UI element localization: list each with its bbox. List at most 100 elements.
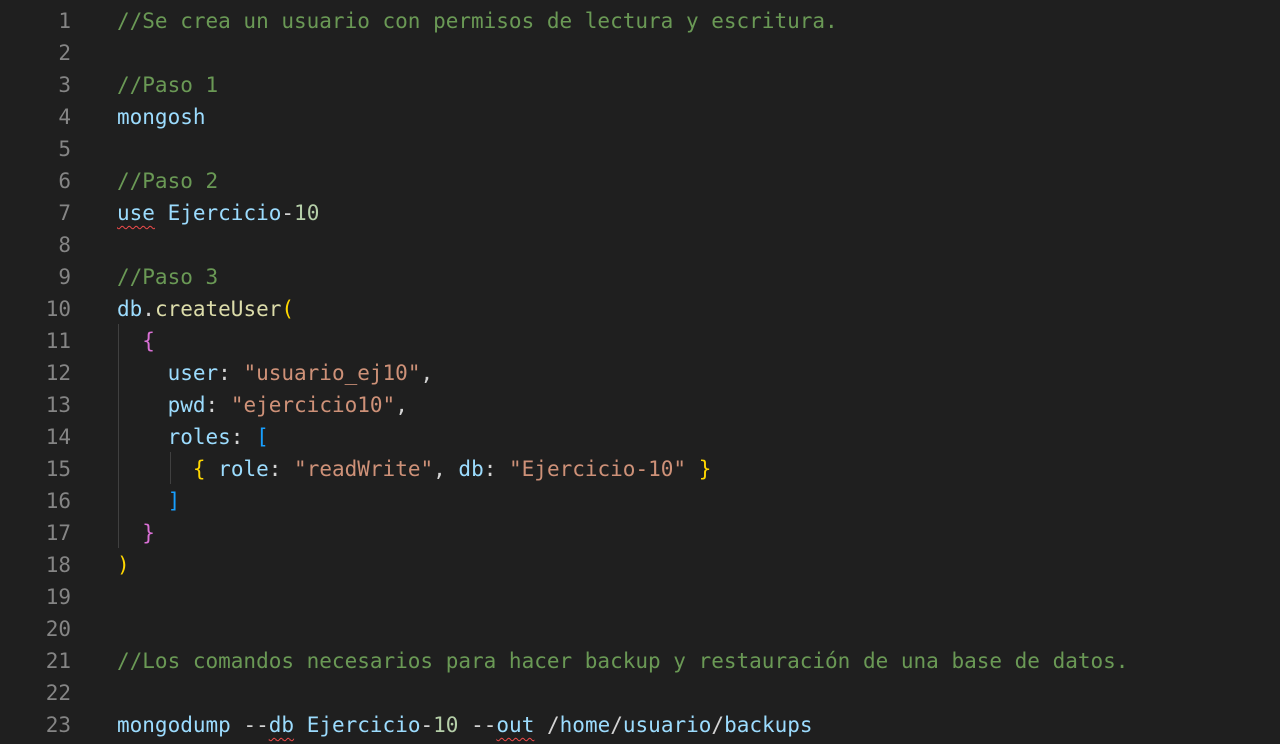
code-line[interactable]: 3 //Paso 1 [0, 69, 1280, 101]
code-token: ( [281, 297, 295, 321]
code-line[interactable]: 6 //Paso 2 [0, 165, 1280, 197]
code-token: usuario [622, 713, 712, 737]
code-text[interactable]: //Paso 1 [117, 69, 218, 101]
code-token: 10 [433, 713, 459, 737]
code-token: - [420, 713, 434, 737]
code-token: "usuario_ej10" [243, 361, 421, 385]
code-token: [ [256, 425, 269, 449]
code-line[interactable]: 9 //Paso 3 [0, 261, 1280, 293]
code-token: : [218, 361, 244, 385]
code-token: //Paso 3 [117, 265, 219, 289]
code-text[interactable]: //Paso 2 [117, 165, 218, 197]
code-text[interactable]: { [117, 325, 155, 357]
code-token-warning: db [268, 713, 295, 737]
code-text[interactable]: mongosh [117, 101, 206, 133]
code-text[interactable]: { role: "readWrite", db: "Ejercicio-10" … [117, 453, 711, 485]
code-token: : [205, 393, 231, 417]
code-line[interactable]: 18) [0, 549, 1280, 581]
line-number: 1 [58, 9, 71, 33]
code-line[interactable]: 4 mongosh [0, 101, 1280, 133]
code-line[interactable]: 8 [0, 229, 1280, 261]
code-text[interactable]: pwd: "ejercicio10", [117, 389, 408, 421]
code-text[interactable]: use Ejercicio-10 [117, 197, 319, 229]
code-text[interactable]: } [117, 517, 155, 549]
code-token: //Paso 2 [117, 169, 219, 193]
code-text[interactable]: ) [117, 549, 130, 581]
code-token: roles [167, 425, 231, 449]
line-number: 11 [45, 329, 71, 353]
code-token: { [142, 329, 155, 353]
code-text[interactable]: roles: [ [117, 421, 269, 453]
code-token: / [711, 713, 725, 737]
code-text[interactable]: //Paso 3 [117, 261, 218, 293]
code-text[interactable]: ] [117, 485, 181, 517]
line-number: 3 [58, 73, 71, 97]
code-token: : [483, 457, 510, 481]
code-line[interactable]: 13 pwd: "ejercicio10", [0, 389, 1280, 421]
code-line[interactable]: 23 mongodump --db Ejercicio-10 --out /hom… [0, 709, 1280, 741]
code-line[interactable]: 2 [0, 37, 1280, 69]
indent-guide-inner [170, 452, 171, 484]
code-token: , [395, 393, 408, 417]
line-number: 16 [45, 489, 71, 513]
code-token: createUser [154, 297, 282, 321]
code-token: ) [117, 553, 130, 577]
code-text[interactable]: //Los comandos necesarios para hacer bac… [117, 645, 1128, 677]
code-editor[interactable]: 1 //Se crea un usuario con permisos de le… [0, 0, 1280, 744]
code-token: } [698, 457, 712, 481]
code-line[interactable]: 21 //Los comandos necesarios para hacer b… [0, 645, 1280, 677]
code-token: . [142, 297, 155, 321]
line-number: 19 [45, 585, 71, 609]
code-token-warning: use [117, 201, 155, 225]
code-line[interactable]: 16 ] [0, 485, 1280, 517]
line-number: 12 [45, 361, 71, 385]
code-line[interactable]: 19 [0, 581, 1280, 613]
code-token: db [117, 297, 143, 321]
line-number: 9 [58, 265, 71, 289]
code-token: ] [167, 489, 181, 513]
line-number: 22 [45, 681, 71, 705]
code-token: home [559, 713, 611, 737]
code-token: , [420, 361, 434, 385]
code-token: } [142, 521, 155, 545]
code-token: 10 [294, 201, 320, 225]
code-line[interactable]: 20 [0, 613, 1280, 645]
line-number: 13 [45, 393, 71, 417]
code-line[interactable]: 22 [0, 677, 1280, 709]
code-token: -- [243, 713, 269, 737]
code-line[interactable]: 17 } [0, 517, 1280, 549]
code-line[interactable]: 11 { [0, 325, 1280, 357]
code-line[interactable]: 12 user: "usuario_ej10", [0, 357, 1280, 389]
line-number: 15 [45, 457, 71, 481]
code-token: "readWrite" [294, 457, 434, 481]
code-text[interactable]: mongodump --db Ejercicio-10 --out /home/… [117, 709, 813, 741]
code-text[interactable]: db.createUser( [117, 293, 294, 325]
code-text[interactable]: //Se crea un usuario con permisos de lec… [117, 5, 838, 37]
indent-guide-outer [118, 324, 119, 548]
line-number: 20 [45, 617, 71, 641]
code-line[interactable]: 5 [0, 133, 1280, 165]
code-token: : [268, 457, 295, 481]
code-token: Ejercicio [306, 713, 421, 737]
line-number: 17 [45, 521, 71, 545]
code-line[interactable]: 14 roles: [ [0, 421, 1280, 453]
code-line[interactable]: 15 { role: "readWrite", db: "Ejercicio-1… [0, 453, 1280, 485]
code-line[interactable]: 10 db.createUser( [0, 293, 1280, 325]
line-number: 6 [58, 169, 71, 193]
code-line[interactable]: 1 //Se crea un usuario con permisos de le… [0, 5, 1280, 37]
code-token: : [230, 425, 257, 449]
code-text[interactable]: user: "usuario_ej10", [117, 357, 434, 389]
code-line[interactable]: 7 use Ejercicio-10 [0, 197, 1280, 229]
code-token: - [281, 201, 295, 225]
code-token: //Se crea un usuario con permisos de lec… [117, 9, 838, 33]
